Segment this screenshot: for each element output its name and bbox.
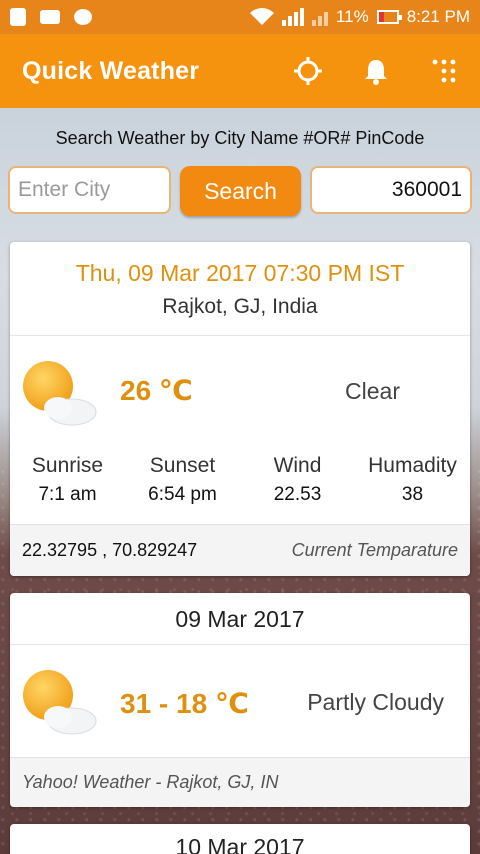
stat-value: 22.53	[273, 484, 322, 505]
stat-value: 7:1 am	[38, 484, 97, 505]
stat-label: Sunrise	[31, 454, 104, 477]
weather-stats: Sunrise 7:1 am Sunset 6:54 pm Wind 22.53…	[10, 448, 470, 524]
forecast-card[interactable]: 10 Mar 2017	[10, 824, 470, 854]
stat-sunset: Sunset 6:54 pm	[125, 448, 240, 524]
signal-2-icon	[311, 8, 328, 26]
partly-cloudy-icon	[23, 670, 97, 735]
forecast-condition: Partly Cloudy	[307, 689, 444, 715]
stat-value: 38	[401, 484, 424, 505]
current-temp-label: Current Temparature	[291, 540, 458, 560]
signal-icon	[281, 8, 304, 26]
dots-grid-icon[interactable]	[430, 57, 458, 85]
wifi-icon	[249, 8, 274, 25]
current-footer: 22.32795 , 70.829247 Current Temparature	[10, 524, 470, 576]
stat-label: Humadity	[368, 454, 457, 477]
image-notification-icon	[40, 10, 60, 24]
current-weather-card: Thu, 09 Mar 2017 07:30 PM IST Rajkot, GJ…	[10, 242, 470, 576]
app-title: Quick Weather	[22, 56, 200, 85]
stat-label: Wind	[273, 454, 322, 477]
sim-alert-icon	[10, 8, 26, 26]
stat-label: Sunset	[149, 454, 216, 477]
forecast-source: Yahoo! Weather - Rajkot, GJ, IN	[10, 757, 470, 807]
status-bar: 11% 8:21 PM	[0, 0, 480, 34]
current-temperature: 26 ℃	[120, 375, 193, 406]
city-input[interactable]	[8, 166, 171, 214]
forecast-date: 09 Mar 2017	[10, 593, 470, 645]
stat-humidity: Humadity 38	[355, 448, 470, 524]
current-location: Rajkot, GJ, India	[162, 295, 318, 318]
current-datetime: Thu, 09 Mar 2017 07:30 PM IST	[75, 260, 405, 286]
pincode-input[interactable]	[310, 166, 472, 214]
stat-value: 6:54 pm	[148, 484, 217, 505]
clock-time: 8:21 PM	[406, 7, 470, 26]
battery-percent: 11%	[335, 7, 369, 26]
current-condition: Clear	[345, 378, 400, 404]
search-button[interactable]: Search	[180, 166, 301, 216]
gps-icon[interactable]	[294, 57, 322, 85]
forecast-temperature: 31 - 18 ℃	[120, 688, 249, 719]
forecast-date: 10 Mar 2017	[175, 834, 305, 854]
battery-icon	[376, 10, 402, 24]
app-bar: Quick Weather	[0, 34, 480, 108]
partly-cloudy-icon	[23, 361, 97, 426]
forecast-card[interactable]: 09 Mar 2017 31 - 18 ℃ Partly Cloudy Yaho…	[10, 593, 470, 807]
bell-icon[interactable]	[362, 57, 390, 85]
search-caption: Search Weather by City Name #OR# PinCode	[55, 128, 425, 148]
stat-sunrise: Sunrise 7:1 am	[10, 448, 125, 524]
stat-wind: Wind 22.53	[240, 448, 355, 524]
coordinates: 22.32795 , 70.829247	[22, 540, 198, 560]
chat-notification-icon	[74, 9, 92, 25]
